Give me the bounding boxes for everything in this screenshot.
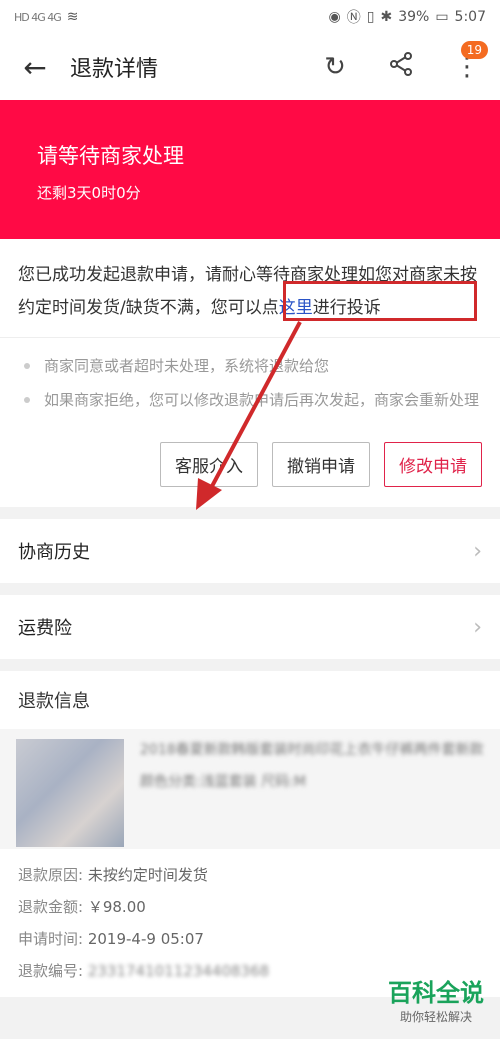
watermark-subtitle: 助你轻松解决 [399,1010,472,1024]
watermark-title: 百科全说 [388,979,484,1007]
annotation-arrow [196,321,302,510]
watermark: 百科全说 助你轻松解决 [388,973,484,1025]
